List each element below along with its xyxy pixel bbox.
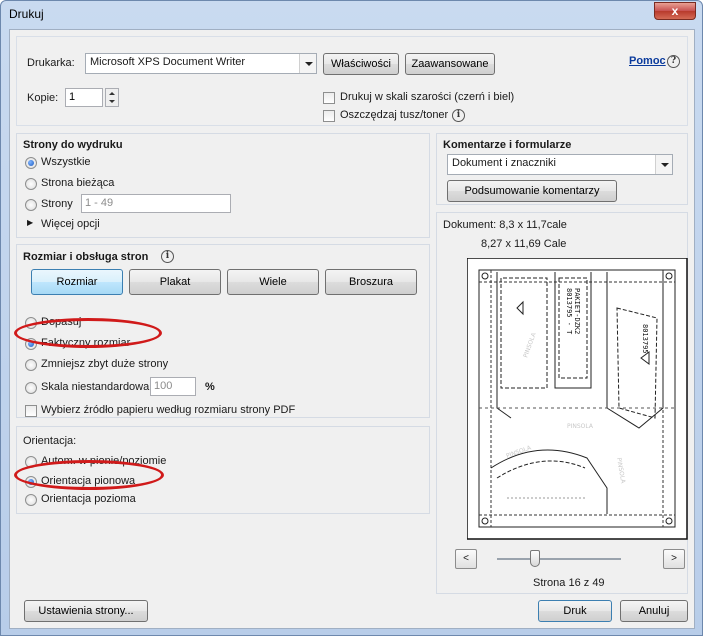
save-ink-checkbox[interactable]: [323, 110, 335, 122]
page-slider-track[interactable]: [497, 558, 621, 560]
comments-forms-panel: Komentarze i formularze Dokument i znacz…: [436, 133, 688, 205]
dialog-body: Drukarka: Microsoft XPS Document Writer …: [9, 29, 695, 629]
printer-label: Drukarka:: [27, 57, 75, 69]
copies-input[interactable]: 1: [65, 88, 103, 107]
sizing-info-icon[interactable]: i: [161, 250, 174, 263]
help-info-icon[interactable]: ?: [667, 55, 680, 68]
previous-page-button[interactable]: <: [455, 549, 477, 569]
pages-to-print-title: Strony do wydruku: [23, 139, 123, 151]
chevron-down-icon: [655, 155, 672, 174]
print-dialog: Drukuj x Drukarka: Microsoft XPS Documen…: [0, 0, 703, 636]
printer-section: Drukarka: Microsoft XPS Document Writer …: [16, 36, 688, 126]
custom-scale-label: Skala niestandardowa:: [41, 381, 153, 393]
properties-button[interactable]: Właściwości: [323, 53, 399, 75]
custom-scale-radio[interactable]: [25, 382, 37, 394]
page-sizing-title: Rozmiar i obsługa stron: [23, 251, 149, 263]
annotation-circle-actual-size: [14, 318, 162, 348]
tab-size[interactable]: Rozmiar: [31, 269, 123, 295]
paper-source-checkbox[interactable]: [25, 405, 37, 417]
window-title: Drukuj: [9, 7, 44, 21]
current-page-radio[interactable]: [25, 178, 37, 190]
cancel-button[interactable]: Anuluj: [620, 600, 688, 622]
advanced-button[interactable]: Zaawansowane: [405, 53, 495, 75]
annotation-circle-portrait: [14, 460, 164, 490]
tab-booklet[interactable]: Broszura: [325, 269, 417, 295]
copies-label: Kopie:: [27, 92, 59, 104]
help-link[interactable]: Pomoc: [629, 55, 666, 67]
percent-label: %: [205, 381, 215, 393]
page-setup-button[interactable]: Ustawienia strony...: [24, 600, 148, 622]
page-size-label: 8,27 x 11,69 Cale: [481, 238, 567, 250]
save-ink-info-icon[interactable]: i: [452, 109, 465, 122]
title-bar: Drukuj x: [1, 1, 702, 27]
copies-stepper[interactable]: [105, 88, 119, 107]
page-counter: Strona 16 z 49: [533, 577, 605, 589]
svg-text:PAKIET-DZK2: PAKIET-DZK2: [573, 288, 581, 334]
close-button[interactable]: x: [654, 2, 696, 20]
all-pages-label: Wszystkie: [41, 156, 91, 168]
chevron-down-icon: [109, 100, 115, 103]
svg-text:PINSOLA: PINSOLA: [567, 423, 594, 430]
comments-select-value: Dokument i znaczniki: [452, 157, 556, 169]
landscape-radio[interactable]: [25, 494, 37, 506]
printer-select[interactable]: Microsoft XPS Document Writer: [85, 53, 317, 74]
all-pages-radio[interactable]: [25, 157, 37, 169]
document-size-label: Dokument: 8,3 x 11,7cale: [443, 219, 567, 231]
comments-select[interactable]: Dokument i znaczniki: [447, 154, 673, 175]
more-options-label[interactable]: Więcej opcji: [41, 218, 100, 230]
expand-triangle-icon[interactable]: ▶: [27, 218, 33, 227]
tab-multiple[interactable]: Wiele: [227, 269, 319, 295]
page-slider-thumb[interactable]: [530, 550, 541, 567]
shrink-label: Zmniejsz zbyt duże strony: [41, 358, 169, 370]
print-button[interactable]: Druk: [538, 600, 612, 622]
save-ink-label: Oszczędzaj tusz/toner: [340, 109, 449, 121]
summarize-comments-button[interactable]: Podsumowanie komentarzy: [447, 180, 617, 202]
grayscale-checkbox[interactable]: [323, 92, 335, 104]
pages-to-print-panel: Strony do wydruku Wszystkie Strona bieżą…: [16, 133, 430, 238]
comments-forms-title: Komentarze i formularze: [443, 139, 572, 151]
grayscale-label: Drukuj w skali szarości (czerń i biel): [340, 91, 515, 103]
page-range-label: Strony: [41, 198, 73, 210]
page-range-radio[interactable]: [25, 199, 37, 211]
page-preview: PAKIET-DZK2 8013795 - T 8013795 PINSOLA …: [467, 258, 688, 540]
custom-scale-input[interactable]: 100: [150, 377, 196, 396]
chevron-down-icon: [299, 54, 316, 73]
orientation-title: Orientacja:: [23, 435, 77, 447]
shrink-radio[interactable]: [25, 359, 37, 371]
paper-source-label: Wybierz źródło papieru według rozmiaru s…: [41, 404, 296, 416]
current-page-label: Strona bieżąca: [41, 177, 115, 189]
landscape-label: Orientacja pozioma: [41, 493, 136, 505]
tab-poster[interactable]: Plakat: [129, 269, 221, 295]
printer-select-value: Microsoft XPS Document Writer: [90, 56, 246, 68]
next-page-button[interactable]: >: [663, 549, 685, 569]
svg-text:8013795 - T: 8013795 - T: [565, 288, 573, 335]
svg-text:8013795: 8013795: [641, 324, 649, 354]
page-range-input[interactable]: 1 - 49: [81, 194, 231, 213]
chevron-up-icon: [109, 92, 115, 95]
